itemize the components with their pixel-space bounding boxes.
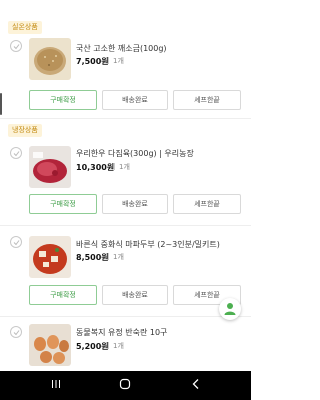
delivered-button[interactable]: 배송완료 — [102, 194, 168, 214]
check-icon — [13, 44, 20, 50]
select-checkbox[interactable] — [10, 236, 22, 248]
delivered-button[interactable]: 배송완료 — [102, 90, 168, 110]
confirm-purchase-button[interactable]: 구매확정 — [29, 90, 97, 110]
select-checkbox[interactable] — [10, 147, 22, 159]
product-name[interactable]: 동물복지 유정 반숙란 10구 — [76, 327, 167, 338]
select-checkbox[interactable] — [10, 326, 22, 338]
home-icon[interactable] — [119, 378, 131, 390]
qty-divider — [108, 253, 109, 260]
qty-divider — [108, 57, 109, 64]
chat-person-icon — [224, 303, 236, 315]
product-thumbnail[interactable] — [29, 146, 71, 188]
recent-apps-icon[interactable] — [50, 378, 62, 390]
check-icon — [13, 240, 20, 246]
product-qty: 1개 — [113, 342, 124, 350]
product-thumbnail[interactable] — [29, 236, 71, 278]
select-checkbox[interactable] — [10, 40, 22, 52]
product-qty: 1개 — [113, 253, 124, 261]
product-thumbnail[interactable] — [29, 324, 71, 366]
section-divider — [0, 225, 251, 226]
product-qty: 1개 — [113, 57, 124, 65]
chef-review-button[interactable]: 셰프한끝 — [173, 194, 241, 214]
scroll-handle[interactable] — [0, 93, 2, 115]
section-divider — [0, 316, 251, 317]
product-name[interactable]: 바른식 중화식 마파두부 (2~3인분/밀키트) — [76, 239, 220, 250]
qty-divider — [108, 342, 109, 349]
delivered-button[interactable]: 배송완료 — [102, 285, 168, 305]
order-list-screen: 실온상품 국산 고소한 깨소금(100g) 7,500원 1개 구매확정 배송완… — [0, 0, 251, 371]
chat-fab-button[interactable] — [219, 298, 241, 320]
section-tag-refrigerated: 냉장상품 — [8, 124, 42, 137]
confirm-purchase-button[interactable]: 구매확정 — [29, 285, 97, 305]
check-icon — [13, 330, 20, 336]
section-divider — [0, 118, 251, 119]
system-navigation-bar — [0, 371, 251, 400]
back-icon[interactable] — [190, 378, 202, 390]
product-qty: 1개 — [119, 163, 130, 171]
qty-divider — [114, 163, 115, 170]
section-tag-room-temp: 실온상품 — [8, 21, 42, 34]
product-name[interactable]: 우리한우 다짐육(300g) | 우리농장 — [76, 148, 194, 159]
product-price: 10,300원 — [76, 163, 115, 172]
chef-review-button[interactable]: 셰프한끝 — [173, 90, 241, 110]
product-price: 7,500원 — [76, 57, 109, 66]
product-thumbnail[interactable] — [29, 38, 71, 80]
confirm-purchase-button[interactable]: 구매확정 — [29, 194, 97, 214]
product-price: 8,500원 — [76, 253, 109, 262]
product-name[interactable]: 국산 고소한 깨소금(100g) — [76, 43, 167, 54]
product-price: 5,200원 — [76, 342, 109, 351]
check-icon — [13, 151, 20, 157]
